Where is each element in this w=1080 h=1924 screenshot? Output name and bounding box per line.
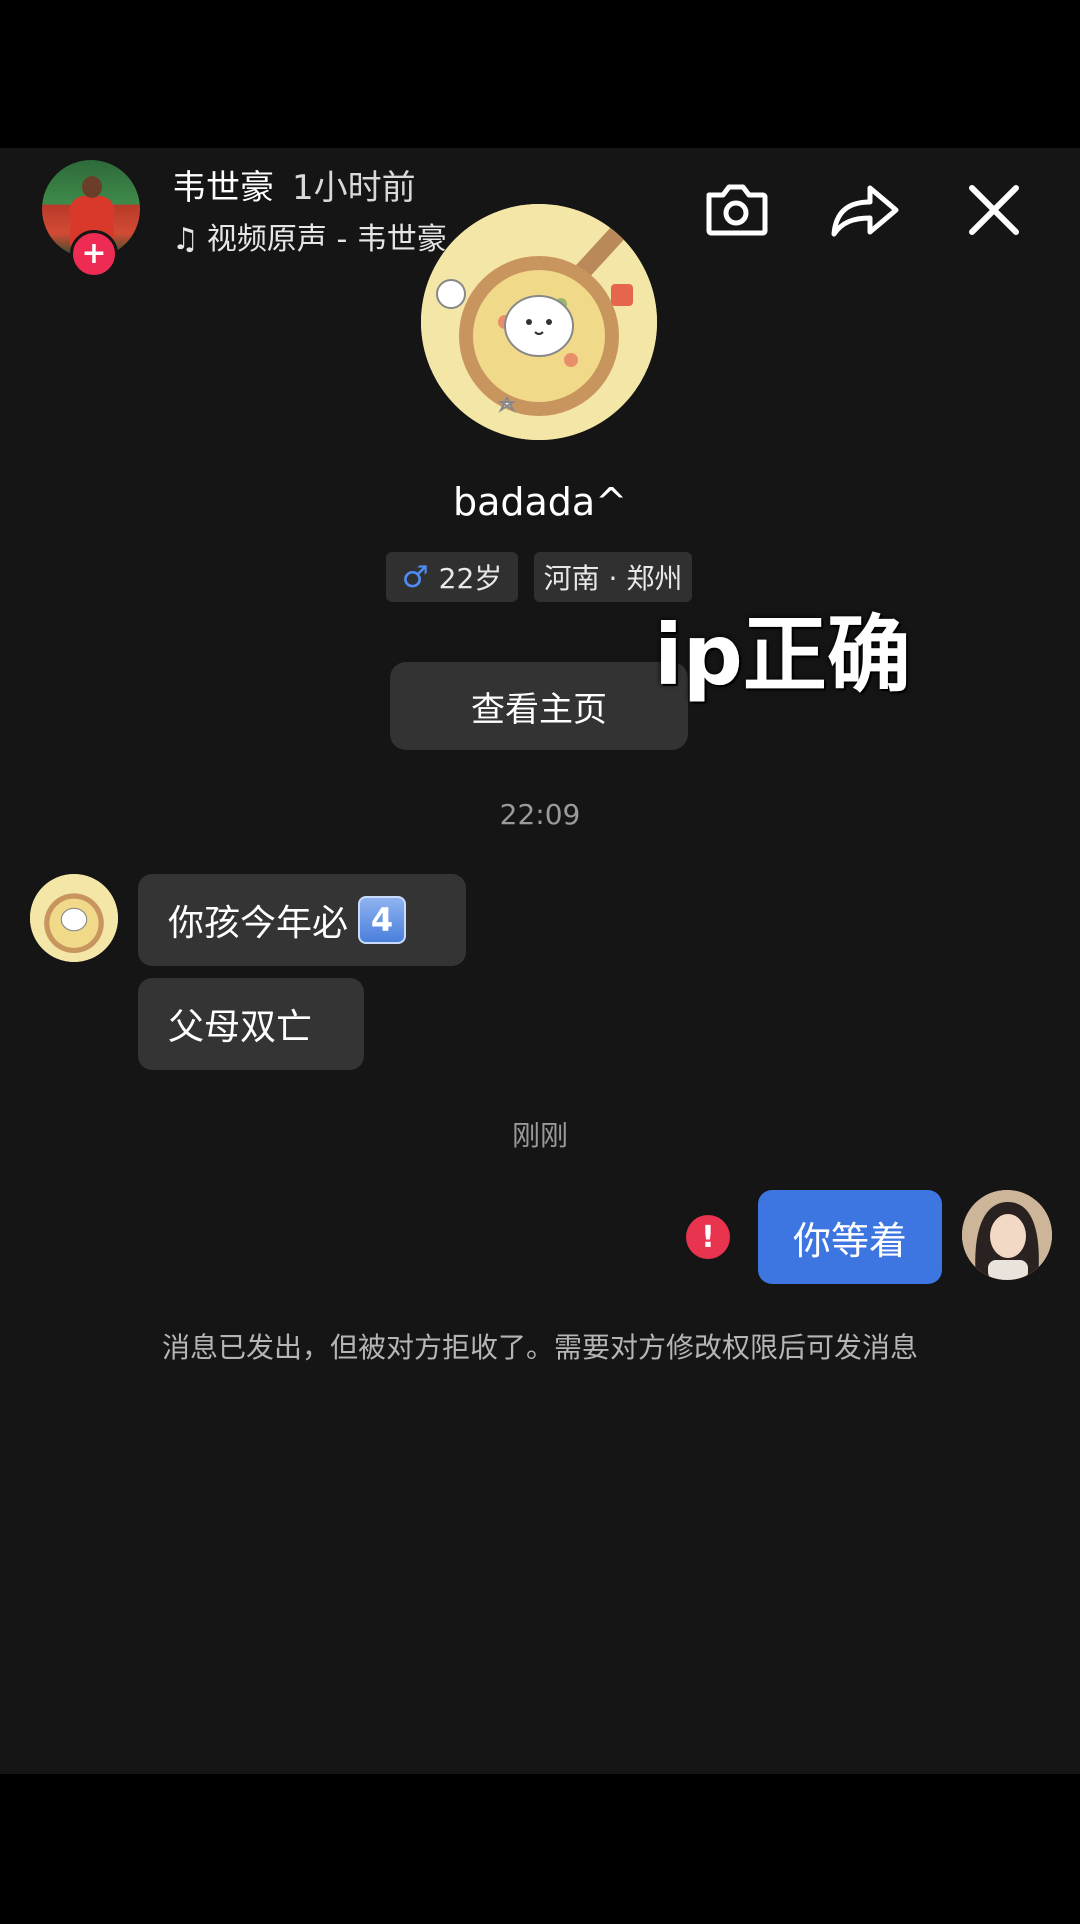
timestamp: 22:09 — [499, 798, 581, 831]
message-text: 你等着 — [792, 1218, 907, 1263]
follow-button[interactable]: + — [70, 230, 118, 278]
music-link[interactable]: ♫视频原声 - 韦世豪› — [172, 214, 473, 258]
camera-icon — [706, 184, 768, 236]
timestamp: 刚刚 — [511, 1119, 568, 1152]
message-text: 父母双亡 — [168, 1007, 313, 1048]
male-icon: ♂ — [401, 559, 429, 595]
post-time: 1小时前 — [292, 168, 416, 208]
pizza-cat-illustration — [421, 204, 657, 440]
profile-nickname: badada^ — [452, 480, 628, 524]
keycap-emoji: 4 — [358, 896, 407, 944]
author-name[interactable]: 韦世豪 — [172, 168, 274, 208]
pizza-cat-illustration — [30, 874, 118, 962]
close-button[interactable] — [956, 174, 1032, 246]
close-icon — [969, 185, 1019, 235]
author-line: 韦世豪 1小时前 — [172, 160, 416, 209]
age-value: 22岁 — [438, 562, 503, 595]
camera-button[interactable] — [698, 174, 774, 246]
share-button[interactable] — [826, 174, 902, 246]
incoming-message[interactable]: 父母双亡 — [138, 978, 364, 1070]
age-tag: ♂ 22岁 — [386, 552, 518, 602]
outgoing-message[interactable]: 你等着 — [758, 1190, 942, 1284]
chat-screen: + 韦世豪 1小时前 ♫视频原声 - 韦世豪› — [0, 148, 1080, 1774]
contact-avatar[interactable] — [30, 874, 118, 962]
rejected-notice: 消息已发出，但被对方拒收了。需要对方修改权限后可发消息 — [161, 1331, 918, 1364]
profile-avatar[interactable] — [421, 204, 657, 440]
send-failed-icon[interactable]: ! — [686, 1215, 730, 1259]
view-profile-button[interactable]: 查看主页 — [390, 662, 688, 750]
music-label: 视频原声 - 韦世豪 — [206, 222, 447, 257]
music-note-icon: ♫ — [172, 222, 199, 257]
overlay-caption: ip正确 — [654, 606, 911, 704]
user-photo-avatar — [962, 1190, 1052, 1280]
incoming-message[interactable]: 你孩今年必 4 — [138, 874, 466, 966]
share-icon — [831, 185, 899, 237]
my-avatar[interactable] — [962, 1190, 1052, 1280]
message-text: 你孩今年必 — [168, 903, 349, 944]
